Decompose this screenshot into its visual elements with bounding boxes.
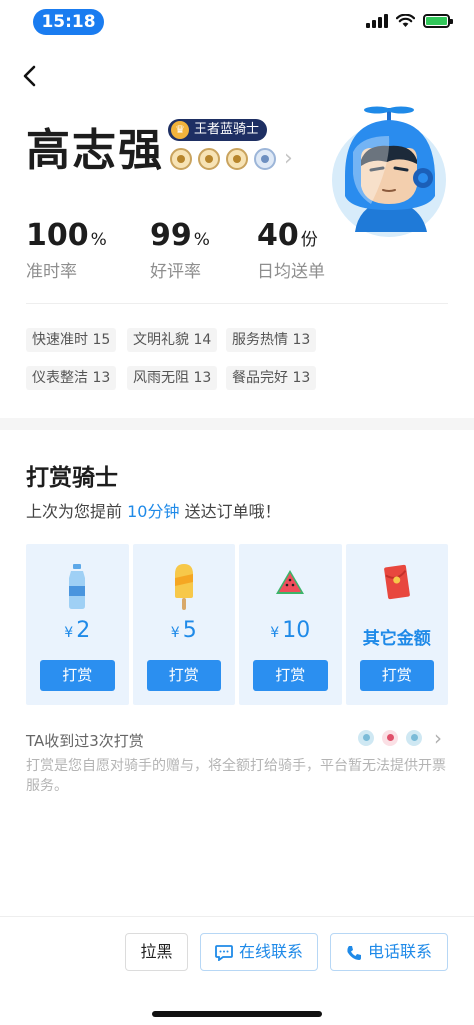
- tip-button[interactable]: 打赏: [40, 660, 115, 691]
- tip-subtitle: 上次为您提前 10分钟 送达订单哦！: [26, 498, 281, 522]
- medal-icon: [254, 147, 276, 170]
- rider-level-badge[interactable]: ♛ 王者蓝骑士: [168, 119, 268, 141]
- tip-amount: ¥10: [270, 618, 311, 643]
- chevron-right-icon: ›: [284, 146, 293, 171]
- tipper-avatar: [380, 728, 400, 748]
- review-tag: 服务热情 13: [226, 328, 317, 352]
- review-tag: 仪表整洁 13: [26, 366, 117, 390]
- rider-name: 高志强: [26, 125, 164, 176]
- stat-label: 准时率: [26, 262, 77, 282]
- medal-icon: [226, 147, 248, 170]
- tip-disclaimer: 打赏是您自愿对骑手的赠与，将全额打给骑手，平台暂无法提供开票服务。: [26, 758, 446, 794]
- home-indicator[interactable]: [152, 1011, 322, 1017]
- tip-subtitle-suffix: 送达订单哦！: [184, 502, 281, 521]
- divider: [26, 303, 448, 304]
- review-tag: 文明礼貌 14: [127, 328, 218, 352]
- block-label: 拉黑: [140, 942, 173, 961]
- tip-card-5[interactable]: ¥5 打赏: [132, 544, 235, 705]
- stat-daily-orders: 40 份 日均送单: [257, 218, 325, 282]
- block-button[interactable]: 拉黑: [125, 933, 188, 971]
- watermelon-icon: [276, 570, 305, 594]
- stat-value: 40: [257, 218, 299, 253]
- tip-button[interactable]: 打赏: [253, 660, 328, 691]
- crown-icon: ♛: [171, 121, 189, 139]
- tip-subtitle-highlight: 10分钟: [127, 502, 180, 521]
- tip-options: ¥2 打赏 ¥5 打赏 ¥10 打赏 其它金额 打赏: [26, 544, 448, 705]
- popsicle-icon: [174, 564, 193, 610]
- tipper-avatar: [404, 728, 424, 748]
- stat-unit: 份: [300, 230, 318, 250]
- tip-received-count[interactable]: TA收到过3次打赏: [26, 730, 144, 751]
- stat-value: 99: [150, 218, 192, 253]
- tip-custom-amount: 其它金额: [362, 629, 431, 649]
- stat-on-time: 100% 准时率: [26, 218, 107, 282]
- back-arrow-icon[interactable]: [18, 62, 42, 90]
- phone-contact-label: 电话联系: [367, 942, 432, 961]
- tip-card-10[interactable]: ¥10 打赏: [239, 544, 342, 705]
- chat-icon: [215, 944, 233, 961]
- tip-subtitle-prefix: 上次为您提前: [26, 502, 123, 521]
- tip-amount: ¥5: [170, 618, 197, 643]
- tip-card-2[interactable]: ¥2 打赏: [26, 544, 129, 705]
- wifi-icon: [396, 14, 415, 27]
- stat-label: 日均送单: [257, 262, 325, 282]
- chevron-right-icon[interactable]: ›: [434, 726, 442, 750]
- phone-contact-button[interactable]: 电话联系: [330, 933, 448, 971]
- review-tag: 餐品完好 13: [226, 366, 317, 390]
- cellular-signal-icon: [366, 14, 388, 28]
- stat-unit: %: [90, 230, 107, 250]
- review-tag: 快速准时 15: [26, 328, 117, 352]
- tip-section-title: 打赏骑士: [26, 465, 118, 491]
- tipper-avatars[interactable]: [356, 728, 424, 748]
- tip-button[interactable]: 打赏: [146, 660, 221, 691]
- bottom-divider: [0, 916, 474, 917]
- tip-amount: ¥2: [64, 618, 91, 643]
- section-separator: [0, 418, 474, 430]
- online-contact-button[interactable]: 在线联系: [200, 933, 318, 971]
- medal-icon: [170, 147, 192, 170]
- water-bottle-icon: [69, 564, 86, 609]
- rider-avatar: [332, 106, 446, 237]
- review-tag: 风雨无阻 13: [127, 366, 218, 390]
- stat-label: 好评率: [150, 262, 201, 282]
- tipper-avatar: [356, 728, 376, 748]
- rider-level-label: 王者蓝骑士: [194, 122, 260, 137]
- status-time: 15:18: [33, 9, 104, 35]
- medal-row[interactable]: ›: [170, 146, 293, 171]
- battery-icon: [423, 14, 453, 28]
- medal-icon: [198, 147, 220, 170]
- stat-rating: 99% 好评率: [150, 218, 210, 282]
- status-icons: [366, 14, 453, 28]
- stat-unit: %: [193, 230, 210, 250]
- stat-value: 100: [26, 218, 89, 253]
- red-envelope-icon: [383, 564, 410, 600]
- phone-icon: [347, 945, 361, 960]
- tip-card-custom[interactable]: 其它金额 打赏: [345, 544, 448, 705]
- status-bar: 15:18: [0, 0, 474, 46]
- tip-button[interactable]: 打赏: [359, 660, 434, 691]
- online-contact-label: 在线联系: [238, 942, 303, 961]
